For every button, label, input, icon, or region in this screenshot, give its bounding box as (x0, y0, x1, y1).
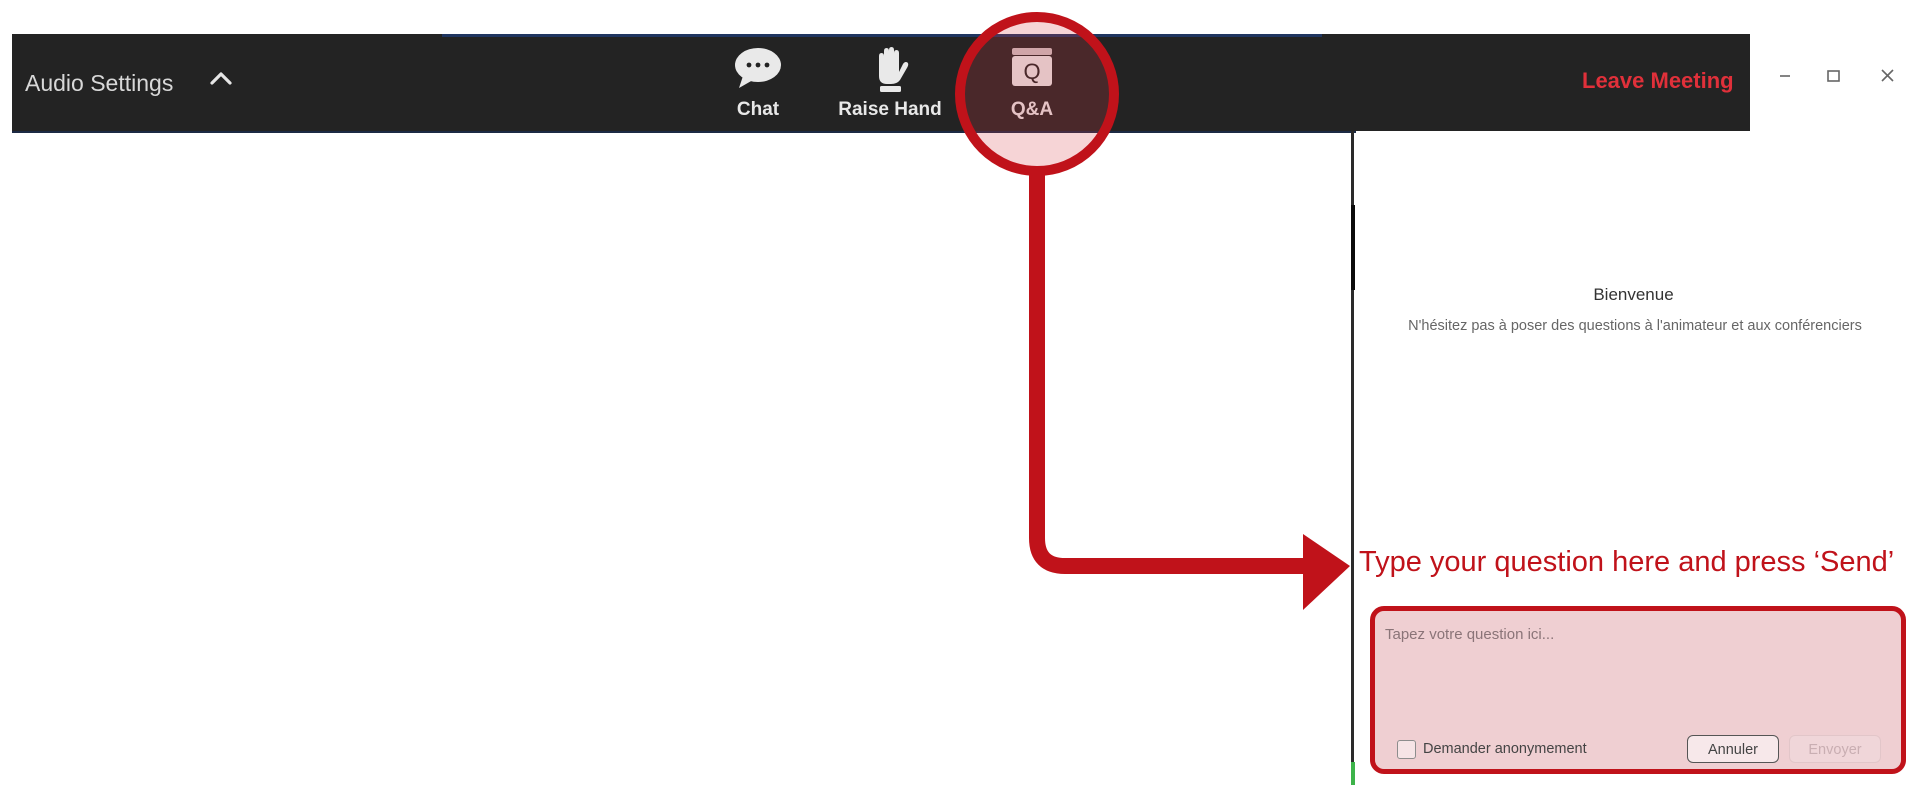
audio-settings-label[interactable]: Audio Settings (25, 70, 173, 97)
chat-bubble-icon (735, 48, 781, 88)
svg-text:Q: Q (1023, 59, 1040, 84)
qa-button-label: Q&A (1010, 99, 1054, 120)
chevron-up-icon[interactable] (208, 68, 234, 88)
meeting-toolbar: Audio Settings Chat Raise Hand Q Q&A Lea… (12, 34, 1750, 133)
raise-hand-icon (879, 47, 909, 92)
leave-meeting-button[interactable]: Leave Meeting (1582, 68, 1734, 94)
chat-button-label: Chat (736, 99, 780, 120)
ask-anonymously-checkbox[interactable] (1397, 740, 1416, 759)
annotation-instruction: Type your question here and press ‘Send’ (1359, 546, 1895, 578)
chat-button[interactable]: Chat (698, 46, 818, 124)
raise-hand-button-label: Raise Hand (838, 99, 942, 120)
toolbar-accent-line (442, 34, 1322, 37)
send-button[interactable]: Envoyer (1789, 735, 1881, 763)
qa-icon: Q (1012, 48, 1052, 86)
qa-button[interactable]: Q Q&A (972, 46, 1092, 124)
close-icon[interactable] (1873, 64, 1903, 88)
maximize-icon[interactable] (1818, 64, 1848, 88)
cancel-button[interactable]: Annuler (1687, 735, 1779, 763)
question-input[interactable] (1383, 624, 1897, 708)
raise-hand-button[interactable]: Raise Hand (830, 46, 950, 124)
qa-welcome-subtitle: N'hésitez pas à poser des questions à l'… (1408, 318, 1862, 334)
qa-welcome-title: Bienvenue (1593, 285, 1674, 304)
panel-status-mark (1351, 762, 1355, 785)
ask-anonymously-label: Demander anonymement (1423, 741, 1587, 757)
panel-divider-accent (1351, 205, 1355, 290)
minimize-icon[interactable] (1770, 64, 1800, 88)
